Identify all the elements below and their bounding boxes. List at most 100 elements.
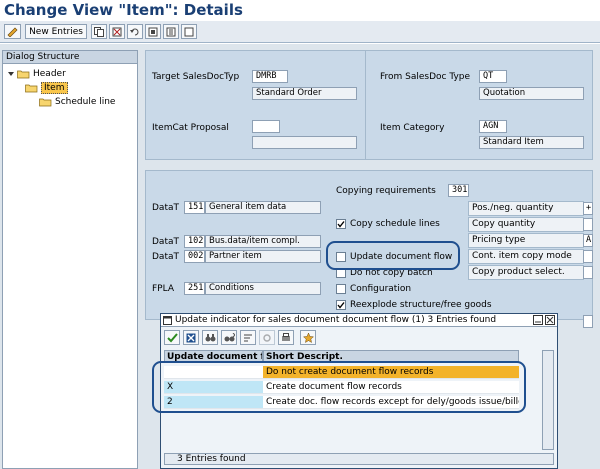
itemcat-proposal-label: ItemCat Proposal	[152, 123, 229, 133]
qty-grid-label: Cont. item copy mode	[468, 249, 584, 264]
delete-button[interactable]	[109, 24, 125, 39]
find-next-icon	[224, 332, 235, 341]
qty-grid-label: Copy product select.	[468, 265, 584, 280]
routine-label: DataT	[152, 252, 179, 262]
callout-highlight	[326, 241, 460, 270]
item-category-desc: Standard Item	[479, 136, 584, 149]
itemcat-proposal-field[interactable]	[252, 120, 280, 133]
binoculars-icon	[205, 333, 215, 341]
routine-label: DataT	[152, 237, 179, 247]
copy-as-button[interactable]	[91, 24, 107, 39]
routine-label: DataT	[152, 203, 179, 213]
from-salesdoc-label: From SalesDoc Type	[380, 72, 471, 82]
from-salesdoc-field[interactable]: QT	[479, 70, 507, 83]
deselect-all-icon	[184, 27, 194, 36]
display-change-button[interactable]	[4, 24, 21, 39]
checkmark-icon	[337, 221, 345, 228]
item-category-label: Item Category	[380, 123, 445, 133]
qty-grid-value-field[interactable]	[583, 250, 593, 263]
copy-schedule-lines-checkbox[interactable]	[336, 219, 346, 229]
close-icon	[546, 316, 554, 324]
extra-field[interactable]	[583, 315, 593, 328]
target-salesdoc-label: Target SalesDocTyp	[152, 72, 240, 82]
disabled-button	[259, 330, 275, 345]
tree-node-label: Header	[33, 68, 66, 79]
print-button[interactable]	[278, 330, 294, 345]
tree-node-schedule-line[interactable]: Schedule line	[39, 96, 115, 107]
gear-icon	[263, 333, 271, 342]
tree-node-label: Schedule line	[55, 96, 116, 107]
popup-title-text: Update indicator for sales document docu…	[175, 315, 497, 325]
tree-heading: Dialog Structure	[3, 51, 137, 64]
reexplode-label: Reexplode structure/free goods	[350, 300, 492, 310]
cancel-button[interactable]	[183, 330, 199, 345]
routine-desc: Partner item	[205, 250, 321, 263]
undo-icon	[130, 28, 139, 35]
tree-node-header[interactable]: Header	[7, 68, 66, 79]
reexplode-checkbox[interactable]	[336, 300, 346, 310]
target-salesdoc-field[interactable]: DMRB	[252, 70, 288, 83]
copying-requirements-label: Copying requirements	[336, 186, 436, 196]
routine-desc: Bus.data/item compl.	[205, 235, 321, 248]
from-salesdoc-desc: Quotation	[479, 87, 584, 100]
page-title: Change View "Item": Details	[4, 1, 243, 19]
qty-grid-label: Pricing type	[468, 233, 584, 248]
routine-number-field[interactable]: 002	[184, 250, 205, 263]
routine-number-field[interactable]: 251	[184, 282, 205, 295]
sort-icon	[244, 334, 252, 341]
popup-title: Update indicator for sales document docu…	[161, 314, 557, 327]
copying-requirements-field[interactable]: 301	[448, 184, 469, 197]
vertical-scrollbar[interactable]	[542, 350, 554, 450]
delete-icon	[112, 27, 122, 36]
callout-highlight	[152, 361, 526, 413]
tree-node-item[interactable]: Item	[25, 81, 68, 94]
dialog-structure-tree: Dialog Structure Header Item Schedule li…	[2, 50, 138, 469]
itemcat-proposal-desc	[252, 136, 357, 149]
undo-change-button[interactable]	[127, 24, 143, 39]
qty-grid-label: Copy quantity	[468, 217, 584, 232]
find-next-button[interactable]	[221, 330, 237, 345]
application-toolbar: New Entries	[0, 21, 600, 43]
configuration-label: Configuration	[350, 284, 412, 294]
popup-status-bar: 3 Entries found	[164, 453, 554, 465]
target-salesdoc-desc: Standard Order	[252, 87, 357, 100]
folder-open-icon	[25, 84, 38, 92]
header-panel: Target SalesDocTyp DMRB Standard Order I…	[145, 50, 593, 160]
qty-grid-value-field[interactable]: +	[583, 202, 593, 215]
folder-open-icon	[17, 70, 30, 78]
choose-button[interactable]	[164, 330, 180, 345]
copy-icon	[94, 26, 104, 37]
qty-grid-label: Pos./neg. quantity	[468, 201, 584, 216]
qty-grid-value-field[interactable]	[583, 266, 593, 279]
routine-number-field[interactable]: 151	[184, 201, 205, 214]
deselect-all-button[interactable]	[181, 24, 197, 39]
new-entries-button[interactable]: New Entries	[25, 24, 87, 39]
routine-label: FPLA	[152, 284, 174, 294]
tree-node-label: Item	[41, 81, 68, 94]
configuration-checkbox[interactable]	[336, 284, 346, 294]
select-all-icon	[148, 27, 158, 36]
checkmark-icon	[166, 332, 178, 342]
select-all-button[interactable]	[145, 24, 161, 39]
folder-closed-icon	[39, 98, 52, 106]
pencil-glasses-icon	[7, 27, 17, 37]
select-block-button[interactable]	[163, 24, 179, 39]
minimize-icon	[535, 321, 541, 323]
find-button[interactable]	[202, 330, 218, 345]
routine-number-field[interactable]: 102	[184, 235, 205, 248]
routine-desc: Conditions	[205, 282, 321, 295]
item-category-field[interactable]: AGN	[479, 120, 507, 133]
minimize-button[interactable]	[533, 315, 543, 325]
sort-button[interactable]	[240, 330, 256, 345]
qty-grid-value-field[interactable]	[583, 218, 593, 231]
qty-grid-value-field[interactable]: A	[583, 234, 593, 247]
copy-schedule-lines-label: Copy schedule lines	[350, 219, 440, 229]
person-star-icon	[302, 332, 314, 343]
routine-desc: General item data	[205, 201, 321, 214]
personal-list-button[interactable]	[300, 330, 316, 345]
cancel-icon	[186, 333, 196, 342]
print-icon	[282, 332, 290, 341]
close-button[interactable]	[545, 315, 555, 325]
expand-triangle-icon	[8, 71, 14, 76]
window-icon	[163, 316, 172, 325]
